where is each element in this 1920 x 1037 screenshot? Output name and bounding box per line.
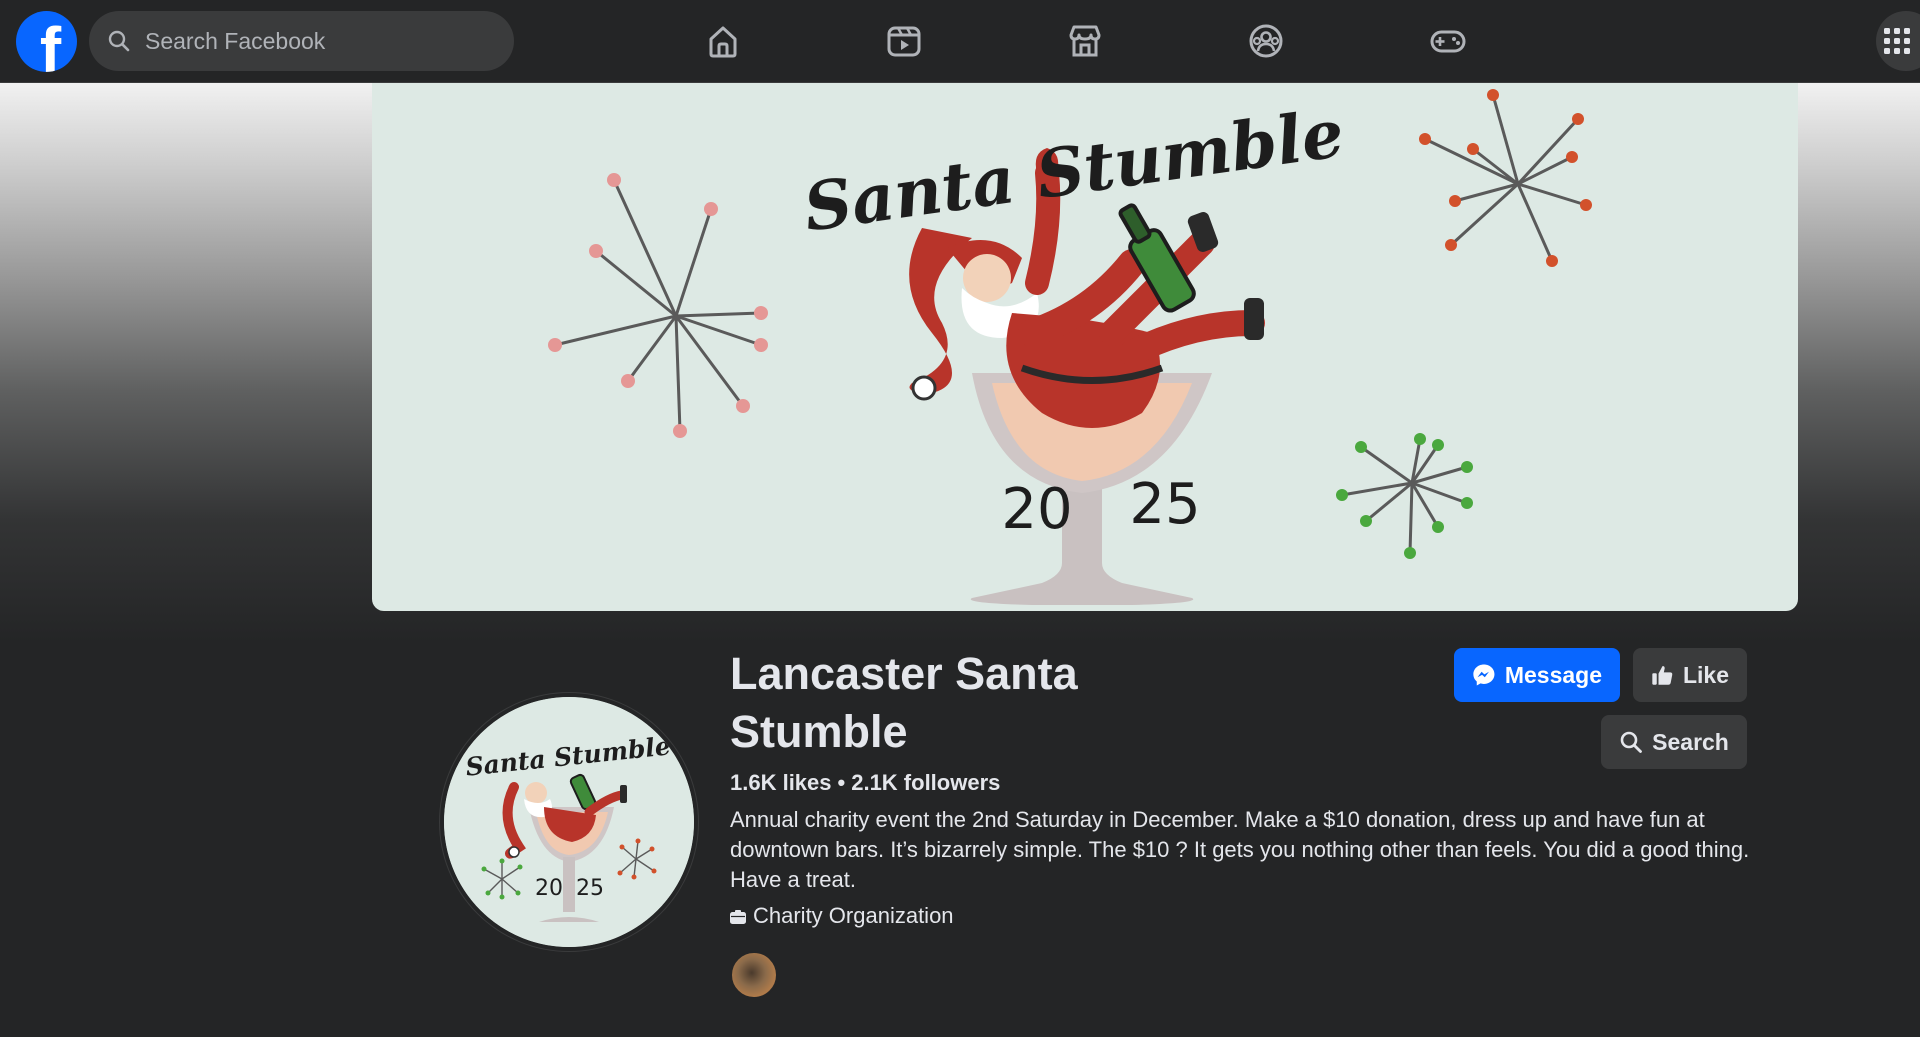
cover-photo[interactable]: Santa Stumble 20 25	[372, 83, 1798, 611]
stats-separator: •	[837, 770, 846, 795]
follower-avatar[interactable]	[730, 951, 778, 999]
nav-gaming[interactable]	[1424, 17, 1472, 65]
page-intro-text: Annual charity event the 2nd Saturday in…	[730, 807, 1750, 892]
nav-video[interactable]	[880, 17, 928, 65]
like-button-label: Like	[1682, 661, 1729, 688]
message-button[interactable]: Message	[1454, 648, 1620, 702]
category-icon	[730, 910, 746, 924]
gaming-icon	[1430, 30, 1466, 53]
green-starburst-decoration	[1340, 437, 1469, 555]
profile-logo-illustration: Santa Stumble 20 25	[444, 697, 694, 947]
search-button-label: Search	[1652, 728, 1729, 755]
category-label: Charity Organization	[753, 903, 954, 928]
profile-logo-year-right: 25	[576, 876, 604, 901]
nav-groups[interactable]	[1242, 17, 1290, 65]
page-title: Lancaster Santa Stumble	[730, 648, 1078, 757]
followers-count-link[interactable]: 2.1K followers	[851, 770, 1000, 795]
messenger-icon	[1473, 664, 1495, 686]
profile-picture[interactable]: Santa Stumble 20 25	[440, 693, 698, 951]
reels-icon	[887, 26, 921, 57]
likes-count-link[interactable]: 1.6K likes	[730, 770, 832, 795]
red-starburst-decoration	[1423, 93, 1588, 263]
cover-year-left: 20	[1001, 477, 1072, 542]
page-stats: 1.6K likes • 2.1K followers	[730, 770, 1000, 796]
home-icon	[709, 26, 737, 58]
nav-home[interactable]	[699, 17, 747, 65]
top-navigation-bar: f	[0, 0, 1920, 83]
search-bar[interactable]	[89, 11, 514, 71]
nav-marketplace[interactable]	[1061, 17, 1109, 65]
search-icon	[1620, 731, 1643, 753]
search-icon	[108, 30, 130, 52]
facebook-logo-letter: f	[39, 13, 62, 73]
pink-starburst-decoration	[553, 178, 763, 433]
marketplace-icon	[1069, 25, 1101, 57]
page-search-button[interactable]: Search	[1601, 715, 1747, 769]
message-button-label: Message	[1504, 661, 1602, 688]
menu-grid-icon	[1884, 28, 1910, 54]
groups-icon	[1249, 24, 1283, 58]
cover-illustration: Santa Stumble 20 25	[548, 89, 1592, 605]
thumbs-up-icon	[1652, 666, 1673, 685]
facebook-logo[interactable]: f	[16, 11, 77, 72]
profile-logo-year-left: 20	[535, 876, 563, 901]
cover-year-right: 25	[1129, 472, 1200, 537]
menu-button[interactable]	[1876, 11, 1920, 71]
cover-title-text: Santa Stumble	[799, 94, 1348, 247]
like-button[interactable]: Like	[1633, 648, 1747, 702]
search-input[interactable]	[143, 26, 463, 56]
page-category: Charity Organization	[730, 903, 954, 929]
